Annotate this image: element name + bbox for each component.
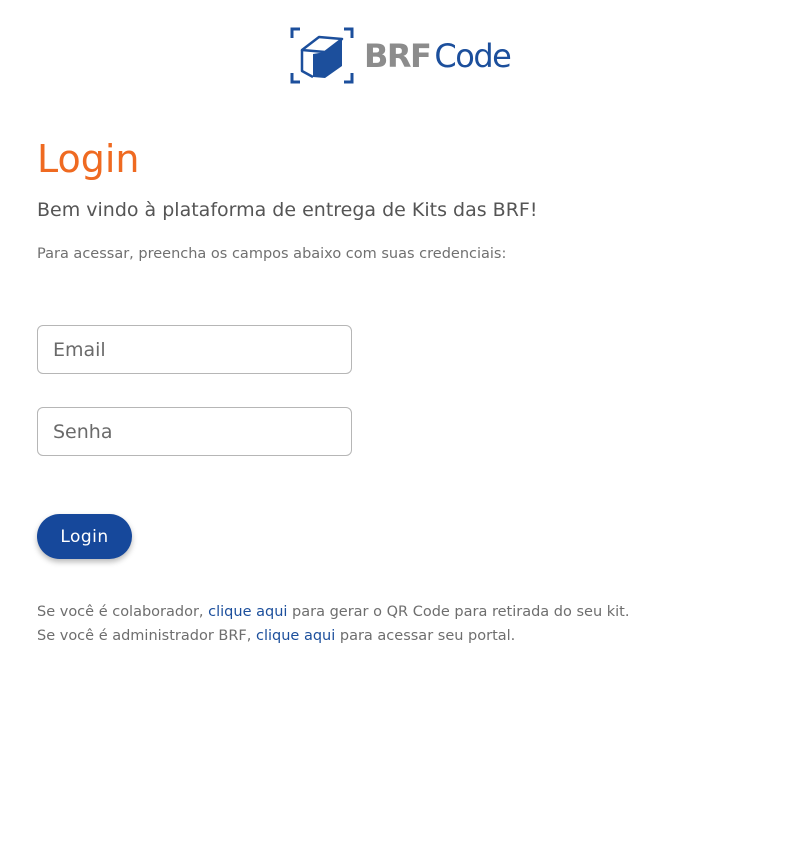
page-title: Login <box>37 137 140 181</box>
logo-code-text: Code <box>434 37 511 75</box>
admin-suffix: para acessar seu portal. <box>335 628 516 644</box>
logo-wordmark: BRF Code <box>364 37 512 75</box>
collaborator-note: Se você é colaborador, clique aqui para … <box>37 602 629 622</box>
login-button[interactable]: Login <box>37 514 132 559</box>
collaborator-suffix: para gerar o QR Code para retirada do se… <box>287 604 630 620</box>
logo-brf-text: BRF <box>364 37 432 75</box>
admin-link[interactable]: clique aqui <box>256 628 335 644</box>
collaborator-link[interactable]: clique aqui <box>208 604 287 620</box>
email-field[interactable] <box>37 325 352 374</box>
password-field[interactable] <box>37 407 352 456</box>
box-scan-icon <box>290 27 354 84</box>
admin-note: Se você é administrador BRF, clique aqui… <box>37 626 515 646</box>
instructions-text: Para acessar, preencha os campos abaixo … <box>37 246 507 262</box>
admin-prefix: Se você é administrador BRF, <box>37 628 256 644</box>
brf-code-logo: BRF Code <box>290 26 530 86</box>
welcome-heading: Bem vindo à plataforma de entrega de Kit… <box>37 199 538 221</box>
collaborator-prefix: Se você é colaborador, <box>37 604 209 620</box>
